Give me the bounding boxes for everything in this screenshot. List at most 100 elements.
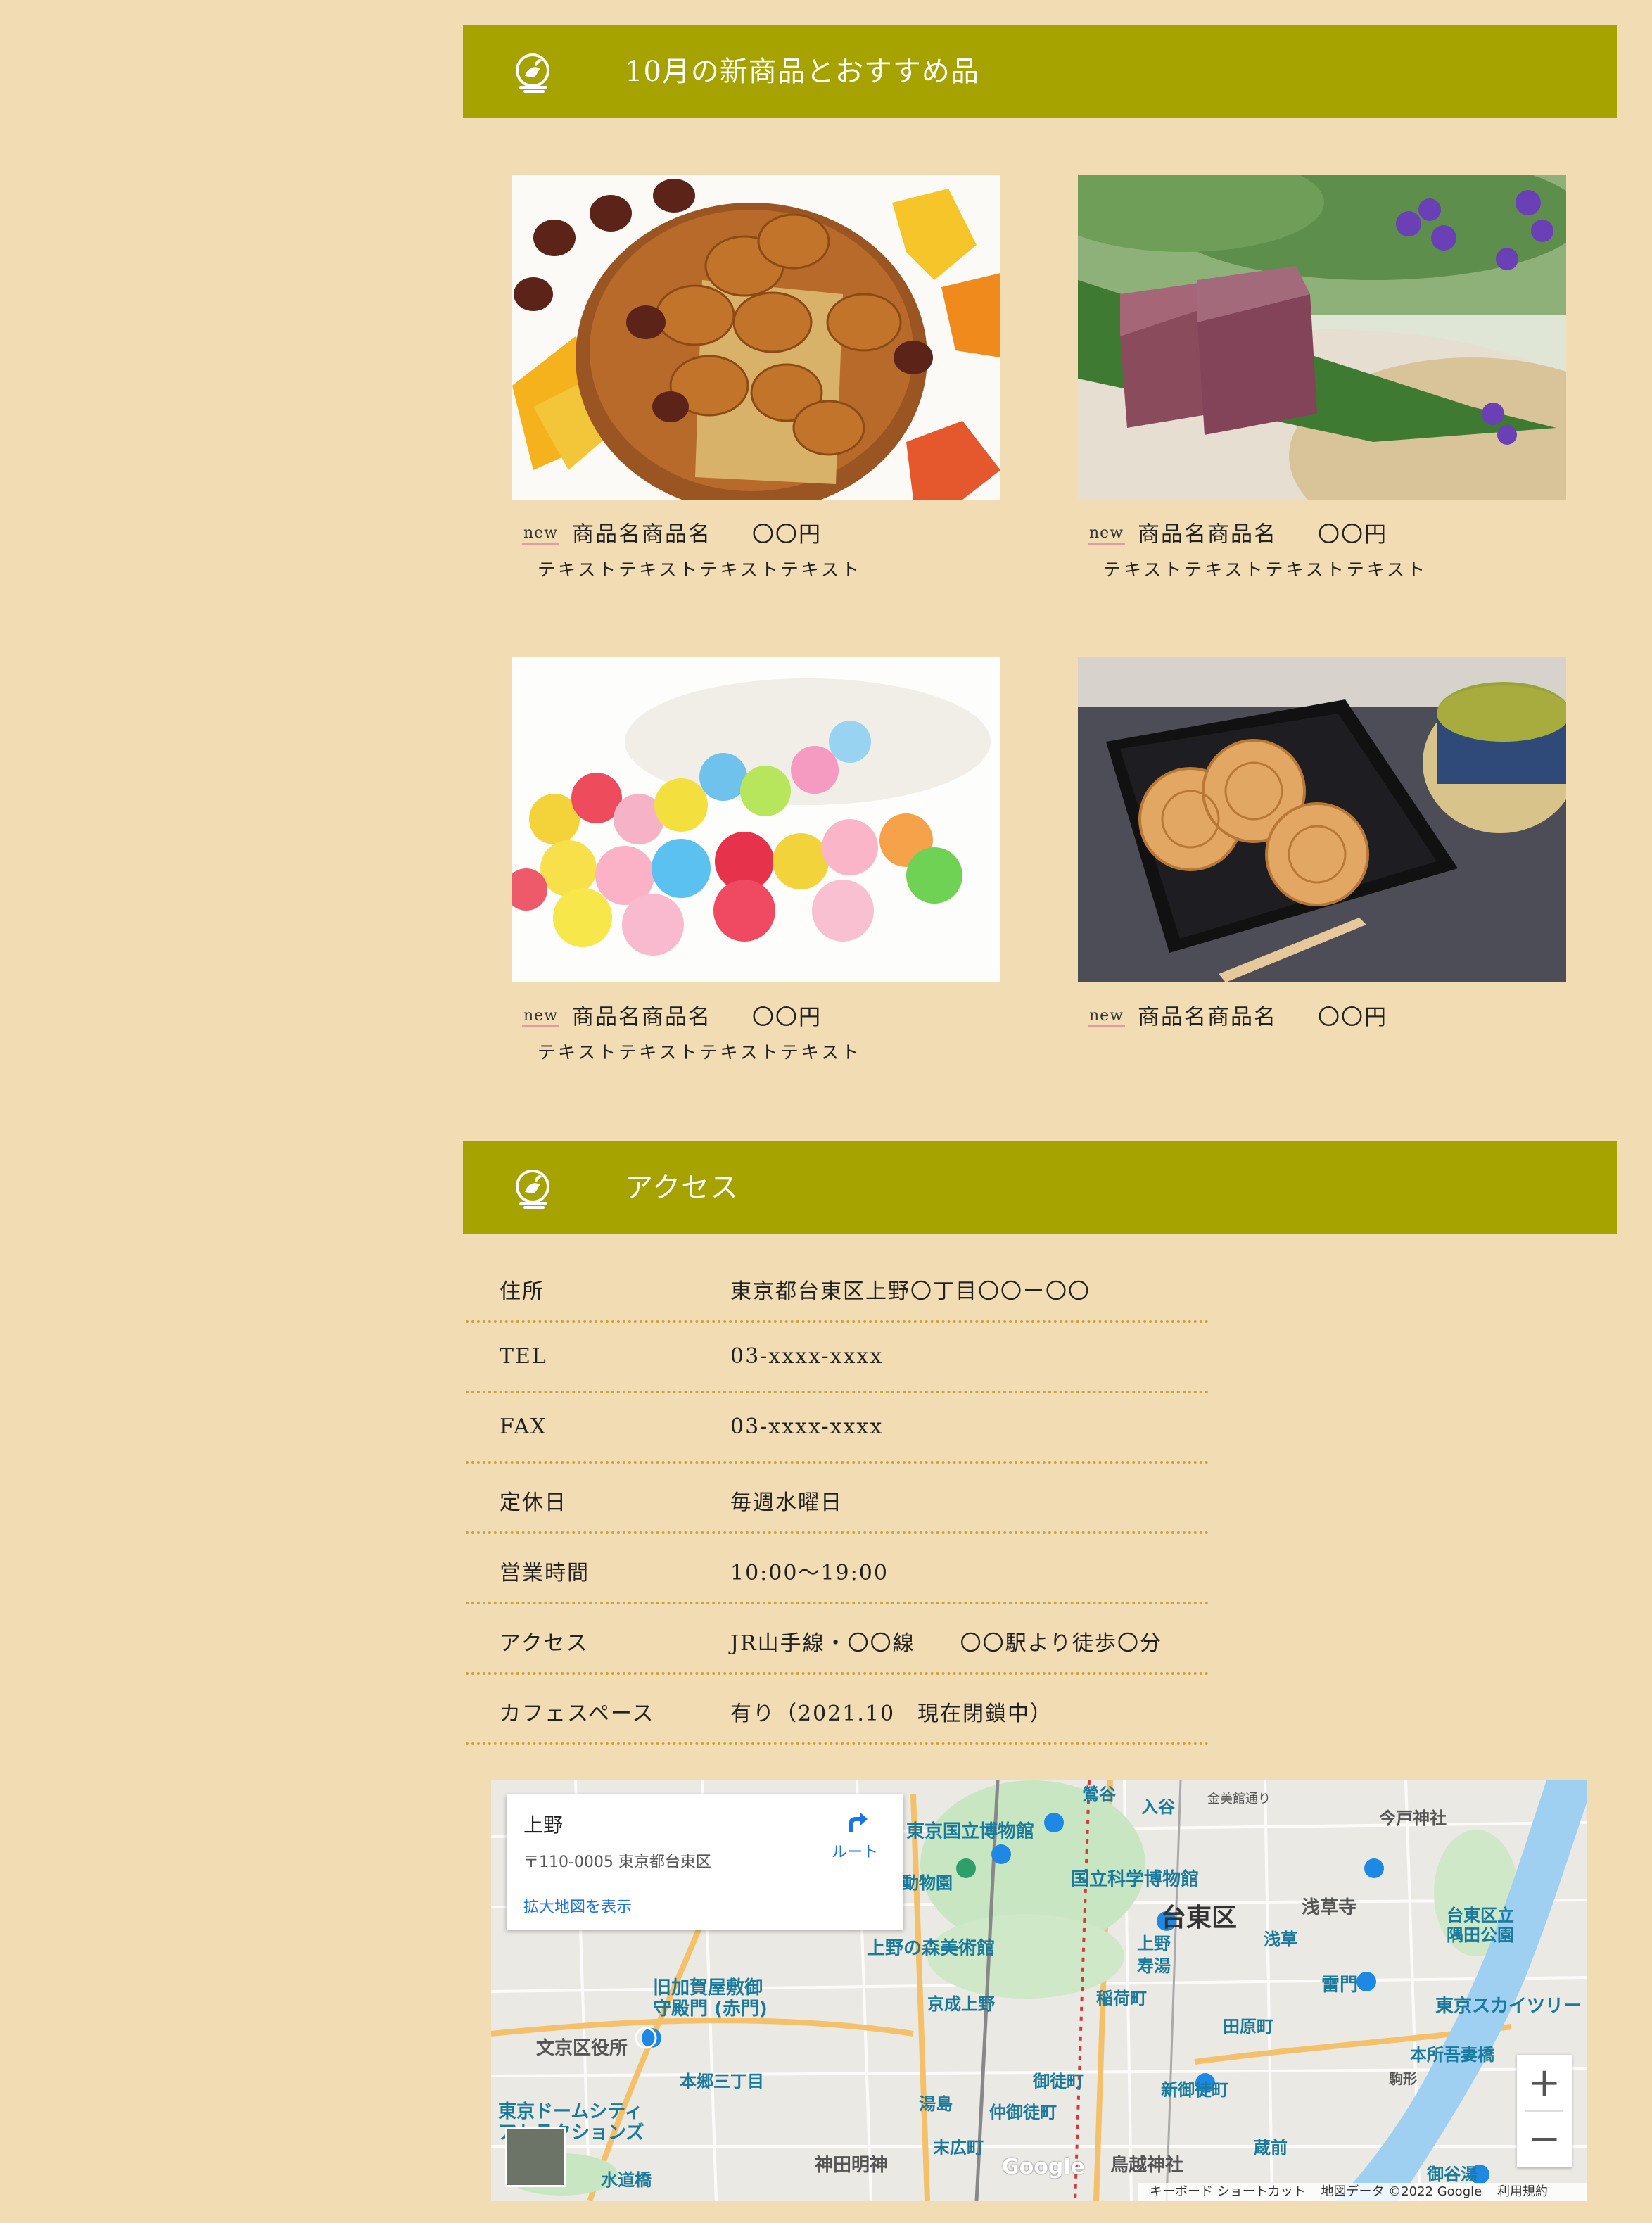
- product-photo[interactable]: [512, 657, 1000, 982]
- row-label: 住所: [500, 1279, 545, 1304]
- zoom-in-button[interactable]: +: [1517, 2055, 1572, 2111]
- access-row-address: 住所 東京都台東区上野〇丁目〇〇ー〇〇: [466, 1253, 1209, 1323]
- map-label-suidobashi: 水道橋: [601, 2170, 652, 2190]
- map-label-yushima: 湯島: [919, 2094, 953, 2114]
- access-table: 住所 東京都台東区上野〇丁目〇〇ー〇〇 TEL 03-xxxx-xxxx FAX…: [466, 1253, 1209, 1745]
- terms-link[interactable]: 利用規約: [1497, 2184, 1548, 2199]
- access-header: アクセス: [463, 1141, 1617, 1234]
- map-label-zoo: 動物園: [902, 1873, 953, 1893]
- map-label-keisei-ueno: 京成上野: [927, 1994, 995, 2014]
- route-label: ルート: [831, 1844, 878, 1861]
- row-value: 03-xxxx-xxxx: [730, 1344, 884, 1369]
- row-label: アクセス: [500, 1631, 589, 1656]
- access-row-cafe: カフェスペース 有り（2021.10 現在閉鎖中）: [466, 1675, 1209, 1745]
- product-card[interactable]: new 商品名商品名 〇〇円 テキストテキストテキストテキスト: [512, 657, 1000, 1064]
- access-row-hours: 営業時間 10:00〜19:00: [466, 1534, 1209, 1604]
- map-label-komagata: 駒形: [1389, 2070, 1417, 2087]
- rabbit-moon-logo-icon: [516, 53, 549, 93]
- map-label-uguisudani: 鶯谷: [1082, 1785, 1116, 1804]
- keyboard-shortcuts-link[interactable]: キーボード ショートカット: [1150, 2184, 1306, 2199]
- new-products-header: 10月の新商品とおすすめ品: [463, 25, 1617, 118]
- map-info-box: 上野 〒110-0005 東京都台東区 拡大地図を表示 ルート: [507, 1794, 903, 1930]
- map-label-akamon: 守殿門 (赤門): [653, 1999, 768, 2020]
- map-label-okachimachi: 御徒町: [1033, 2072, 1084, 2091]
- product-description: テキストテキストテキストテキスト: [1103, 559, 1428, 580]
- google-logo: Google: [1002, 2155, 1085, 2179]
- row-value: JR山手線・〇〇線 〇〇駅より徒歩〇分: [730, 1631, 1163, 1656]
- map-label-kanda-myojin: 神田明神: [815, 2155, 889, 2176]
- map-label-science: 国立科学博物館: [1071, 1869, 1200, 1890]
- zoom-controls: + −: [1517, 2055, 1572, 2167]
- product-title-line: new 商品名商品名 〇〇円: [512, 518, 1000, 549]
- rabbit-moon-logo-icon: [516, 1170, 549, 1209]
- map-label-hongo: 本郷三丁目: [680, 2072, 764, 2091]
- product-photo[interactable]: [512, 175, 1000, 500]
- section-title: 10月の新商品とおすすめ品: [625, 56, 979, 88]
- row-label: 定休日: [500, 1490, 567, 1515]
- product-price: 〇〇円: [1318, 521, 1388, 547]
- map-label-kuramae: 蔵前: [1254, 2138, 1288, 2158]
- product-price: 〇〇円: [752, 1004, 822, 1030]
- map-label-honjo: 本所吾妻橋: [1410, 2045, 1494, 2065]
- product-title-line: new 商品名商品名 〇〇円: [1078, 518, 1566, 549]
- map-label-kanasugi: 金美館通り: [1207, 1792, 1271, 1806]
- row-label: カフェスペース: [500, 1702, 655, 1726]
- row-label: FAX: [500, 1414, 547, 1439]
- row-value: 東京都台東区上野〇丁目〇〇ー〇〇: [730, 1279, 1091, 1304]
- enlarge-map-link[interactable]: 拡大地図を表示: [523, 1894, 632, 1917]
- product-card[interactable]: new 商品名商品名 〇〇円 テキストテキストテキストテキスト: [1078, 175, 1566, 581]
- directions-icon: [849, 1813, 868, 1832]
- new-badge: new: [1088, 1007, 1126, 1027]
- map-label-sumida-park2: 隅田公園: [1447, 1925, 1514, 1945]
- product-photo[interactable]: [1078, 657, 1566, 982]
- product-name: 商品名商品名: [1138, 1004, 1278, 1030]
- map-label-torikoe: 鳥越神社: [1110, 2155, 1184, 2176]
- product-description: テキストテキストテキストテキスト: [538, 1042, 863, 1063]
- map-label-suehirocho: 末広町: [933, 2138, 984, 2158]
- google-map[interactable]: 台東区 東京国立博物館 国立科学博物館 上野の森美術館 旧加賀屋敷御 守殿門 (…: [491, 1780, 1587, 2201]
- satellite-toggle-thumbnail[interactable]: [505, 2127, 566, 2187]
- row-label: 営業時間: [500, 1561, 590, 1585]
- new-badge: new: [522, 524, 560, 545]
- map-label-asakusa: 浅草: [1264, 1930, 1297, 1949]
- new-badge: new: [522, 1007, 560, 1027]
- product-name: 商品名商品名: [1138, 521, 1278, 547]
- access-row-access: アクセス JR山手線・〇〇線 〇〇駅より徒歩〇分: [466, 1604, 1209, 1675]
- map-place-name: 上野: [523, 1813, 564, 1837]
- map-footer: キーボード ショートカット 地図データ ©2022 Google 利用規約: [1138, 2183, 1587, 2201]
- map-label-ueno-station: 上野: [1137, 1934, 1171, 1953]
- row-value: 03-xxxx-xxxx: [730, 1414, 884, 1439]
- map-label-shin-okachimachi: 新御徒町: [1161, 2080, 1228, 2100]
- map-label-inaricho: 稲荷町: [1096, 1989, 1147, 2008]
- map-label-gokoku: 御谷湯: [1427, 2165, 1478, 2184]
- product-photo[interactable]: [1078, 175, 1566, 500]
- map-label-kotobuki: 寿湯: [1137, 1956, 1171, 1976]
- map-data-credit: 地図データ ©2022 Google: [1321, 2184, 1482, 2199]
- map-label-naka-okachimachi: 仲御徒町: [989, 2103, 1057, 2122]
- product-card[interactable]: new 商品名商品名 〇〇円 テキストテキストテキストテキスト: [512, 175, 1000, 581]
- product-title-line: new 商品名商品名 〇〇円: [1078, 1001, 1566, 1032]
- row-value: 毎週水曜日: [730, 1490, 843, 1515]
- map-label-imado: 今戸神社: [1379, 1809, 1447, 1828]
- section-title: アクセス: [625, 1172, 739, 1204]
- row-value: 10:00〜19:00: [730, 1561, 889, 1585]
- map-label-tnm: 東京国立博物館: [906, 1821, 1035, 1842]
- map-label-skytree: 東京スカイツリー: [1435, 1996, 1582, 2017]
- route-button[interactable]: ルート: [816, 1807, 894, 1862]
- map-label-kaminarimon: 雷門: [1321, 1975, 1359, 1996]
- access-row-fax: FAX 03-xxxx-xxxx: [466, 1393, 1209, 1464]
- zoom-out-button[interactable]: −: [1517, 2111, 1572, 2167]
- map-address: 〒110-0005 東京都台東区: [523, 1854, 711, 1871]
- new-badge: new: [1088, 524, 1126, 545]
- product-card[interactable]: new 商品名商品名 〇〇円: [1078, 657, 1566, 1032]
- map-label-bunkyo: 文京区役所: [536, 2038, 628, 2059]
- product-description: テキストテキストテキストテキスト: [538, 559, 863, 580]
- access-row-holiday: 定休日 毎週水曜日: [466, 1464, 1209, 1534]
- access-row-tel: TEL 03-xxxx-xxxx: [466, 1323, 1209, 1393]
- product-title-line: new 商品名商品名 〇〇円: [512, 1001, 1000, 1032]
- product-name: 商品名商品名: [572, 521, 712, 547]
- map-label-iriya: 入谷: [1141, 1797, 1175, 1817]
- map-label-asakusa-temple: 浅草寺: [1302, 1897, 1357, 1918]
- map-label-tawaramachi: 田原町: [1223, 2017, 1273, 2037]
- row-label: TEL: [500, 1344, 547, 1369]
